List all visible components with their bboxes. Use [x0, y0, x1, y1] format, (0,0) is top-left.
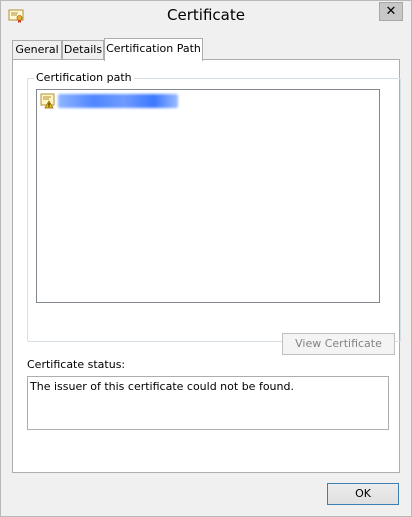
redacted-certificate-name [58, 94, 178, 108]
view-certificate-button[interactable]: View Certificate [282, 333, 395, 355]
ok-button[interactable]: OK [327, 483, 399, 505]
close-icon: ✕ [385, 4, 397, 19]
certification-path-group: Certification path View Certificate [27, 71, 401, 355]
certification-path-tree[interactable] [36, 89, 380, 303]
title-bar: Certificate ✕ [1, 1, 411, 30]
tab-details[interactable]: Details [62, 40, 104, 59]
tree-item-certificate[interactable] [40, 92, 178, 110]
certification-path-panel: Certification path View Certificate Cert… [12, 59, 401, 473]
certificate-warning-icon [40, 93, 55, 109]
tab-general[interactable]: General [12, 40, 62, 59]
window-title: Certificate [167, 6, 245, 24]
certificate-status-label: Certificate status: [27, 358, 126, 371]
tab-certification-path[interactable]: Certification Path [104, 38, 203, 61]
certification-path-group-label: Certification path [34, 71, 134, 84]
certificate-status-text[interactable]: The issuer of this certificate could not… [27, 376, 389, 430]
close-button[interactable]: ✕ [379, 2, 403, 21]
certificate-dialog: Certificate ✕ General Details Certificat… [0, 0, 412, 517]
